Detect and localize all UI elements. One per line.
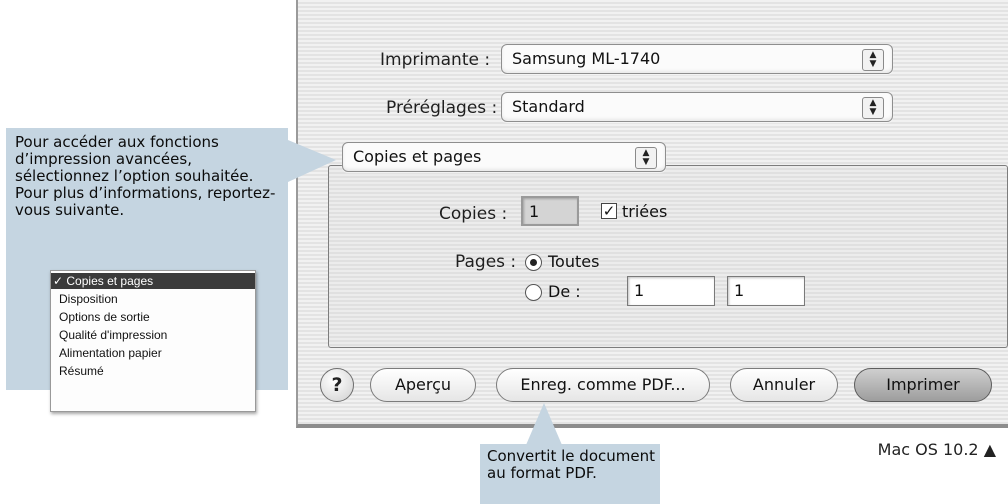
print-button[interactable]: Imprimer xyxy=(854,368,992,402)
pages-to-value: 1 xyxy=(734,281,745,300)
printer-label: Imprimante : xyxy=(380,50,491,70)
popup-arrows-icon: ▲ ▼ xyxy=(862,49,884,71)
menu-item-copies-pages[interactable]: ✓ Copies et pages xyxy=(51,273,255,289)
help-button[interactable]: ? xyxy=(320,368,354,402)
copies-pages-panel: Copies : 1 ✓ triées Pages : Toutes De : … xyxy=(328,165,1008,348)
pages-from-value: 1 xyxy=(634,281,645,300)
pages-all-radio[interactable] xyxy=(525,254,542,271)
section-menu-preview: ✓ Copies et pages Disposition Options de… xyxy=(50,270,256,412)
popup-arrows-icon: ▲ ▼ xyxy=(862,97,884,119)
presets-select[interactable]: Standard ▲ ▼ xyxy=(501,92,893,122)
pages-range-radio[interactable] xyxy=(525,284,542,301)
pdf-callout-text: Convertit le document au format PDF. xyxy=(487,447,655,482)
section-select[interactable]: Copies et pages ▲ ▼ xyxy=(342,142,666,172)
pages-all-label: Toutes xyxy=(548,252,600,271)
copies-label: Copies : xyxy=(439,204,508,224)
preview-button[interactable]: Aperçu xyxy=(370,368,476,402)
copies-field[interactable]: 1 xyxy=(521,196,579,226)
pages-label: Pages : xyxy=(455,252,517,272)
printer-select[interactable]: Samsung ML-1740 ▲ ▼ xyxy=(501,44,893,74)
collated-label: triées xyxy=(622,202,668,221)
popup-arrows-icon: ▲ ▼ xyxy=(635,147,657,169)
collated-checkbox[interactable]: ✓ xyxy=(601,203,617,219)
pages-to-field[interactable]: 1 xyxy=(727,276,805,306)
save-as-pdf-button[interactable]: Enreg. comme PDF... xyxy=(496,368,710,402)
presets-select-value: Standard xyxy=(512,97,585,116)
cancel-button[interactable]: Annuler xyxy=(730,368,838,402)
print-dialog: Imprimante : Samsung ML-1740 ▲ ▼ Prérégla… xyxy=(296,0,1008,428)
menu-item-print-quality[interactable]: Qualité d'impression xyxy=(51,327,255,343)
section-select-value: Copies et pages xyxy=(353,147,482,166)
os-version-label: Mac OS 10.2 ▲ xyxy=(877,440,996,459)
printer-select-value: Samsung ML-1740 xyxy=(512,49,661,68)
menu-item-summary[interactable]: Résumé xyxy=(51,363,255,379)
menu-item-output-options[interactable]: Options de sortie xyxy=(51,309,255,325)
presets-label: Préréglages : xyxy=(386,98,498,118)
callout-pointer xyxy=(526,403,562,445)
menu-item-paper-feed[interactable]: Alimentation papier xyxy=(51,345,255,361)
menu-item-layout[interactable]: Disposition xyxy=(51,291,255,307)
pages-from-field[interactable]: 1 xyxy=(627,276,715,306)
pages-from-label: De : xyxy=(548,282,581,301)
callout-pointer xyxy=(288,140,336,182)
copies-value: 1 xyxy=(529,202,540,221)
advanced-options-text: Pour accéder aux fonctions d’impression … xyxy=(15,133,276,219)
pdf-callout: Convertit le document au format PDF. xyxy=(480,444,660,504)
